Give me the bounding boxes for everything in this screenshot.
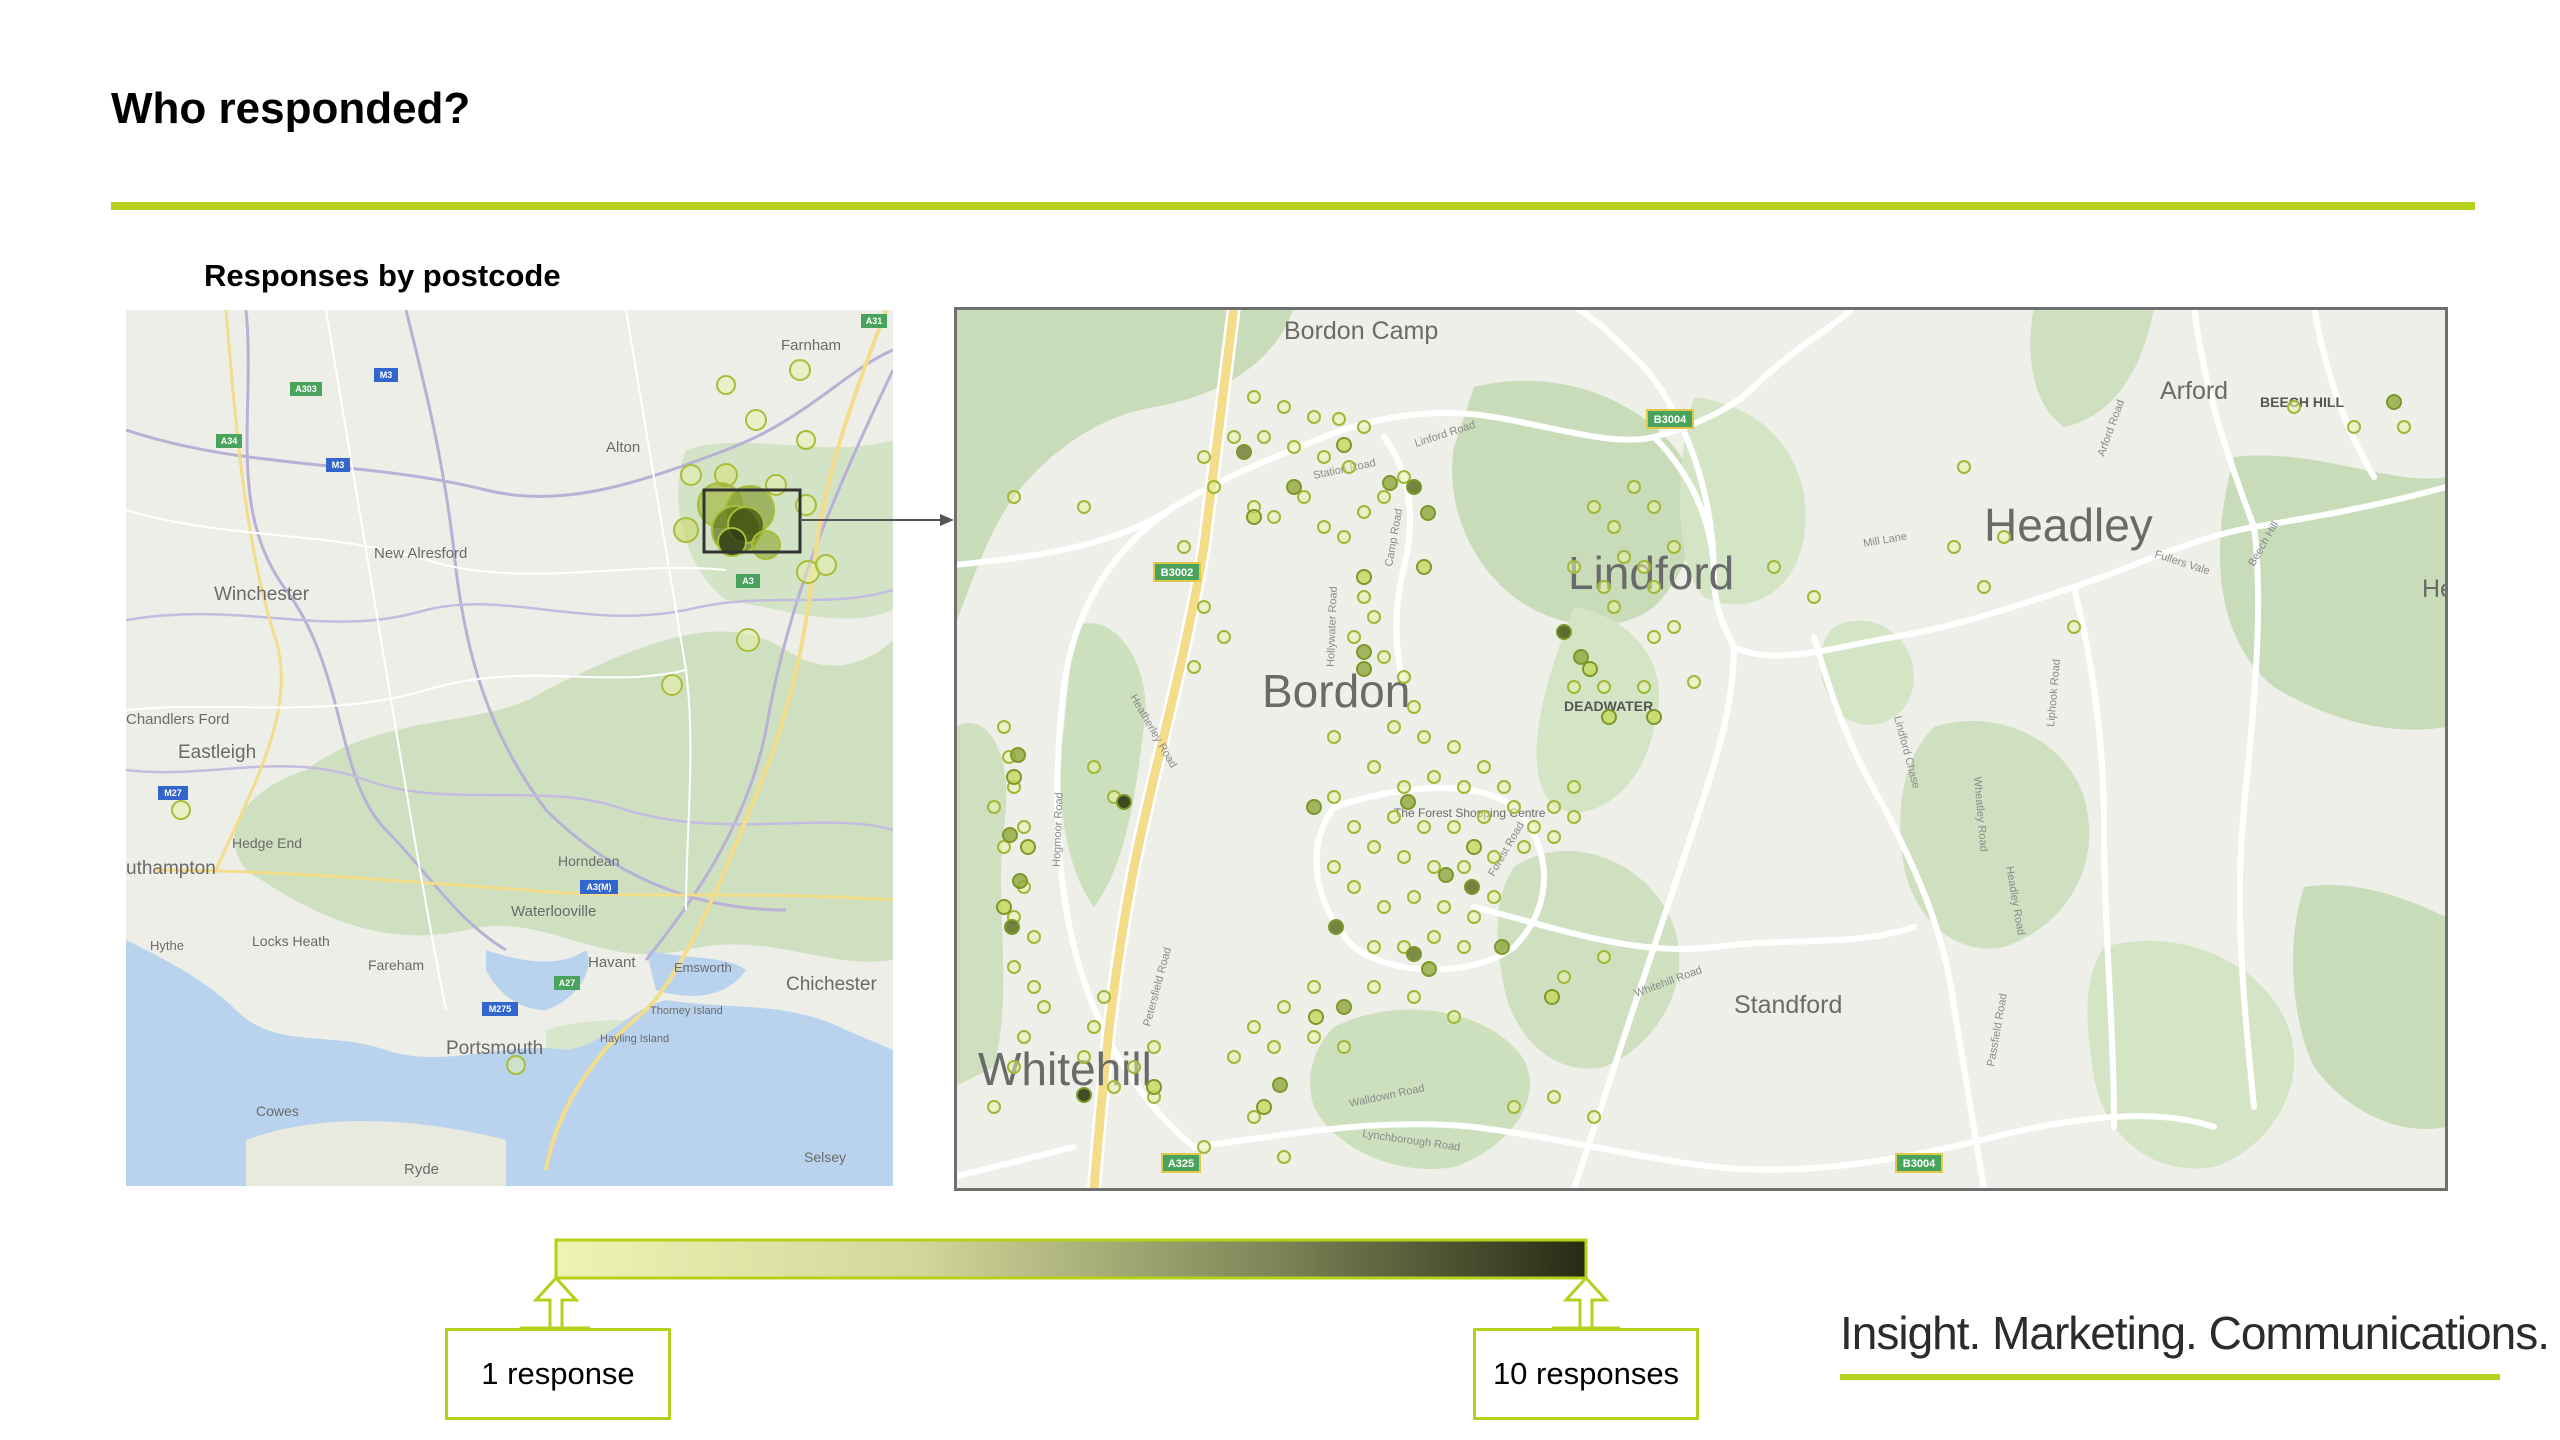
place-standford: Standford — [1734, 991, 1842, 1019]
shield-m275: M275 — [489, 1004, 512, 1014]
company-tagline: Insight. Marketing. Communications. — [1840, 1307, 2550, 1359]
slide-title: Who responded? — [111, 84, 471, 133]
shield-a34: A34 — [221, 436, 238, 446]
place-cowes: Cowes — [256, 1103, 299, 1119]
place-portsmouth: Portsmouth — [446, 1038, 543, 1059]
overview-map[interactable]: A31 A303 M3 A34 M3 A3 M27 A3(M) A27 M275… — [126, 310, 893, 1186]
place-new-alresford: New Alresford — [374, 545, 467, 562]
place-emsworth: Emsworth — [674, 960, 732, 975]
shield-b3004-south: B3004 — [1903, 1158, 1936, 1170]
place-whitehill: Whitehill — [978, 1043, 1152, 1095]
place-hedge-end: Hedge End — [232, 835, 302, 851]
place-forest-shopping-centre: The Forest Shopping Centre — [1394, 806, 1546, 820]
place-bordon-camp: Bordon Camp — [1284, 317, 1438, 345]
shield-a3: A3 — [742, 576, 754, 586]
shield-a3m: A3(M) — [587, 882, 612, 892]
place-ryde: Ryde — [404, 1161, 439, 1178]
place-bordon: Bordon — [1262, 665, 1410, 717]
legend-min-label: 1 response — [445, 1328, 671, 1420]
map-subtitle: Responses by postcode — [204, 258, 561, 293]
legend-max-label: 10 responses — [1473, 1328, 1699, 1420]
place-southampton: uthampton — [126, 858, 216, 879]
tagline-underline — [1840, 1374, 2500, 1380]
place-arford: Arford — [2160, 377, 2228, 405]
detail-map[interactable]: B3004 B3002 A325 B3004 Station Road Linf… — [954, 307, 2446, 1189]
place-alton: Alton — [606, 439, 640, 456]
shield-a303: A303 — [295, 384, 317, 394]
place-hayling-island: Hayling Island — [600, 1033, 669, 1045]
place-beech-hill: BEECH HILL — [2260, 394, 2344, 410]
place-selsey: Selsey — [804, 1149, 846, 1165]
place-chichester: Chichester — [786, 974, 877, 995]
shield-m27: M27 — [164, 788, 182, 798]
place-winchester: Winchester — [214, 584, 310, 605]
shield-a31: A31 — [866, 316, 883, 326]
title-divider — [111, 202, 2475, 210]
place-fareham: Fareham — [368, 957, 424, 973]
place-farnham: Farnham — [781, 337, 841, 354]
shield-a27: A27 — [559, 978, 576, 988]
legend-max-pointer — [1552, 1275, 1620, 1330]
shield-a325: A325 — [1168, 1158, 1194, 1170]
shield-b3004-north: B3004 — [1654, 414, 1687, 426]
legend-min-pointer — [520, 1275, 590, 1330]
place-eastleigh: Eastleigh — [178, 742, 256, 763]
place-headley: Headley — [1984, 499, 2153, 551]
place-thorney-island: Thorney Island — [650, 1005, 723, 1017]
connector-arrow — [800, 514, 954, 526]
place-headley-edge: He — [2422, 575, 2446, 603]
shield-m3-south: M3 — [332, 460, 345, 470]
shield-m3: M3 — [380, 370, 393, 380]
place-hythe: Hythe — [150, 938, 184, 953]
place-havant: Havant — [588, 954, 636, 971]
place-locks-heath: Locks Heath — [252, 933, 330, 949]
place-waterlooville: Waterlooville — [511, 903, 596, 920]
shield-b3002: B3002 — [1161, 567, 1193, 579]
place-horndean: Horndean — [558, 853, 620, 869]
legend-gradient-bar — [554, 1238, 1588, 1280]
place-chandlers-ford: Chandlers Ford — [126, 711, 229, 728]
